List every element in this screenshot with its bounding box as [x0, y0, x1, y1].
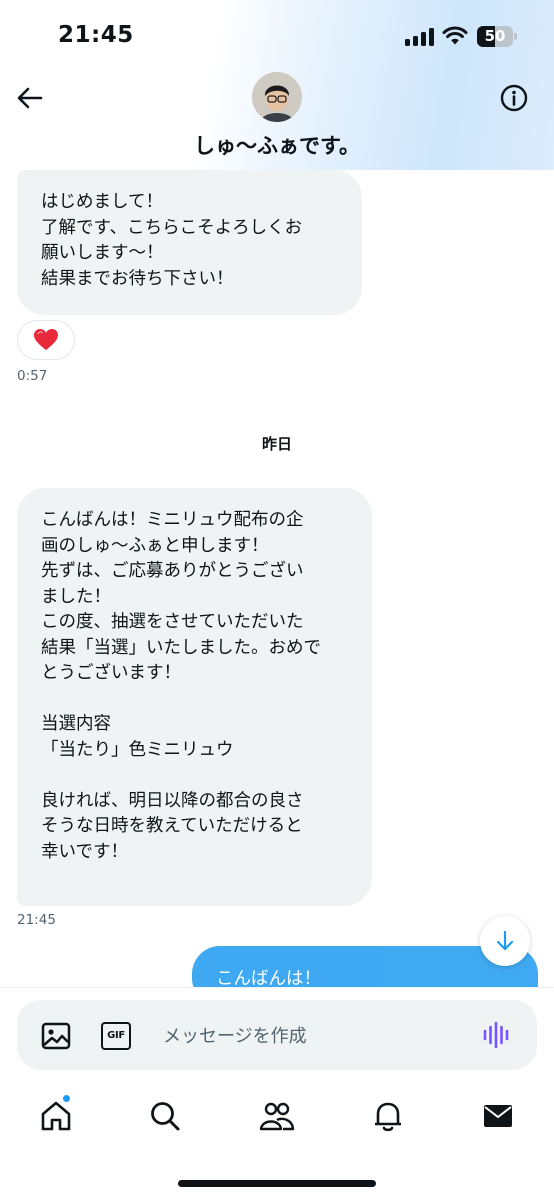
bell-icon [375, 1102, 401, 1132]
status-time: 21:45 [58, 22, 134, 48]
home-icon [41, 1101, 71, 1131]
day-separator: 昨日 [261, 435, 292, 453]
tab-messages[interactable] [476, 1090, 520, 1142]
info-button[interactable] [494, 78, 534, 118]
info-icon [500, 84, 528, 112]
home-indicator [178, 1180, 376, 1187]
gif-button[interactable]: GIF [101, 1022, 131, 1050]
arrow-down-icon [496, 930, 514, 951]
search-icon [151, 1102, 180, 1131]
avatar[interactable] [252, 72, 302, 122]
back-arrow-icon [17, 87, 43, 109]
wifi-icon [442, 26, 468, 45]
scroll-to-bottom-button[interactable] [480, 916, 530, 966]
tab-home[interactable] [34, 1090, 78, 1142]
tab-notifications[interactable] [366, 1090, 410, 1142]
notification-dot [62, 1094, 71, 1103]
avatar-image [252, 72, 302, 122]
image-icon[interactable] [41, 1022, 71, 1050]
tab-search[interactable] [143, 1090, 187, 1142]
bottom-tab-bar [0, 1090, 554, 1142]
communities-icon [259, 1102, 295, 1131]
status-bar: 21:45 50 [0, 0, 554, 70]
battery-level: 50 [484, 27, 506, 45]
message-timestamp: 0:57 [17, 368, 48, 384]
cellular-signal-icon [405, 28, 435, 46]
message-bubble-incoming[interactable]: こんばんは！ミニリュウ配布の企 画のしゅ〜ふぁと申します！ 先ずは、ご応募ありが… [17, 488, 372, 906]
voice-message-icon[interactable] [481, 1020, 511, 1050]
message-timestamp: 21:45 [17, 912, 56, 928]
envelope-icon [484, 1105, 512, 1127]
heart-reaction[interactable] [17, 320, 75, 360]
heart-icon [34, 329, 58, 350]
message-input[interactable]: メッセージを作成 [163, 1022, 307, 1048]
back-button[interactable] [10, 78, 50, 118]
message-composer: GIF メッセージを作成 [17, 1000, 537, 1070]
contact-name[interactable]: しゅ〜ふぁです。 [0, 130, 554, 160]
tab-communities[interactable] [255, 1090, 299, 1142]
message-bubble-incoming[interactable]: はじめまして！ 了解です、こちらこそよろしくお 願いします〜！ 結果までお待ち下… [17, 170, 362, 315]
battery-icon: 50 [477, 26, 517, 47]
